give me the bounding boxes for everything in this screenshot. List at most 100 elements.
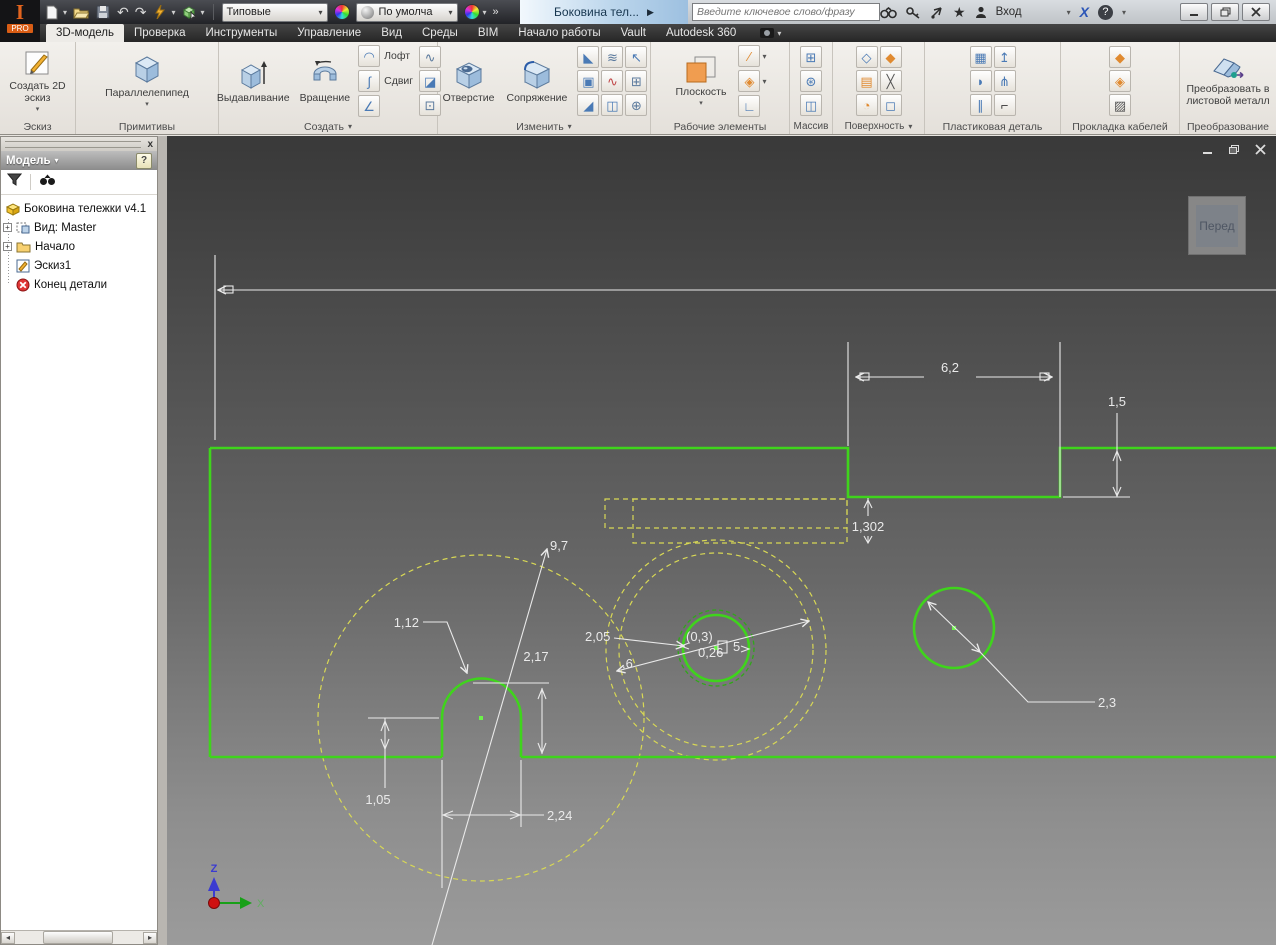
graphics-canvas[interactable]: 6,2 1,5 1,302 9,7 1,12 2,17 1,05 2,24 2,… xyxy=(167,136,1276,945)
work-ucs-icon[interactable]: ∟ xyxy=(738,95,760,117)
doc-close-icon[interactable] xyxy=(1255,142,1266,160)
draft-icon[interactable]: ◢ xyxy=(577,94,599,116)
stitch-icon[interactable]: ◇ xyxy=(856,46,878,68)
rectangular-pattern-icon[interactable]: ⊞ xyxy=(800,46,822,68)
dim-9-7[interactable]: 9,7 xyxy=(550,538,568,553)
work-axis-icon[interactable]: ∕ xyxy=(738,45,760,67)
save-icon[interactable] xyxy=(95,4,111,20)
exchange-apps-icon[interactable]: X xyxy=(1080,4,1089,20)
tree-item-sketch1[interactable]: Эскиз1 xyxy=(1,256,157,275)
filter-icon[interactable] xyxy=(7,173,22,191)
tab-bim[interactable]: BIM xyxy=(468,24,508,42)
tab-3d-model[interactable]: 3D-модель xyxy=(46,24,124,42)
construction-geometry[interactable] xyxy=(318,499,847,881)
new-file-dropdown[interactable]: ▾ xyxy=(63,8,67,17)
dim-6-2[interactable]: 6,2 xyxy=(941,360,959,375)
work-point-dropdown[interactable]: ▾ xyxy=(762,77,766,86)
revolve-button[interactable]: Вращение xyxy=(298,56,353,106)
undo-icon[interactable]: ↶ xyxy=(117,5,129,19)
tab-autodesk-360[interactable]: Autodesk 360 xyxy=(656,24,746,42)
signin-dropdown[interactable]: ▾ xyxy=(1067,8,1071,17)
boss-icon[interactable]: ↥ xyxy=(994,46,1016,68)
dim-2-05[interactable]: 2,05 xyxy=(585,629,610,644)
combine-icon[interactable]: ◫ xyxy=(601,94,623,116)
create-2d-sketch-button[interactable]: Создать 2D эскиз ▾ xyxy=(6,46,70,116)
dim-1-5[interactable]: 1,5 xyxy=(1108,394,1126,409)
viewcube-front-label[interactable]: Перед xyxy=(1199,219,1234,233)
browser-drag-bar[interactable]: x xyxy=(1,137,157,151)
shell-icon[interactable]: ▣ xyxy=(577,70,599,92)
convert-to-sheet-metal-button[interactable]: Преобразовать в листовой металл xyxy=(1181,53,1275,109)
hole-button[interactable]: Отверстие xyxy=(441,56,497,106)
route-cable-icon[interactable]: ▨ xyxy=(1109,94,1131,116)
thread-icon[interactable]: ≋ xyxy=(601,46,623,68)
tree-item-view-master[interactable]: + Вид: Master xyxy=(1,218,157,237)
new-file-icon[interactable] xyxy=(44,4,60,20)
sign-in-link[interactable]: Вход xyxy=(996,6,1022,18)
browser-splitter[interactable] xyxy=(158,136,167,945)
dim-0-6[interactable]: ,6 xyxy=(622,656,633,671)
sketch-center-points[interactable] xyxy=(479,626,956,720)
find-binoculars-icon[interactable] xyxy=(39,173,56,191)
box-primitive-button[interactable]: Параллелепипед ▾ xyxy=(103,51,191,111)
browser-close-icon[interactable]: x xyxy=(147,139,153,150)
close-button[interactable] xyxy=(1242,3,1270,21)
subscription-key-icon[interactable] xyxy=(906,6,921,19)
panel-label-surface[interactable]: Поверхность xyxy=(845,121,905,132)
dim-1-05[interactable]: 1,05 xyxy=(365,792,390,807)
chamfer-icon[interactable]: ◣ xyxy=(577,46,599,68)
browser-help-button[interactable]: ? xyxy=(136,153,152,169)
search-binoculars-icon[interactable] xyxy=(880,6,897,19)
user-icon[interactable] xyxy=(975,6,987,19)
dim-0-3-ref[interactable]: (0,3) xyxy=(686,629,713,644)
restore-button[interactable] xyxy=(1211,3,1239,21)
expand-icon[interactable]: + xyxy=(3,223,12,232)
open-file-icon[interactable] xyxy=(73,4,89,20)
work-point-icon[interactable]: ◈ xyxy=(738,70,760,92)
sweep-label[interactable]: Сдвиг xyxy=(384,75,413,87)
tree-item-origin-folder[interactable]: + Начало xyxy=(1,237,157,256)
appearance-combo[interactable]: По умолча▾ xyxy=(356,3,458,22)
panel-label-create[interactable]: Создать xyxy=(304,121,344,133)
dim-0-26[interactable]: 0,26 xyxy=(698,645,723,660)
redo-icon[interactable]: ↷ xyxy=(135,5,147,19)
dim-2-24[interactable]: 2,24 xyxy=(547,808,572,823)
copy-object-icon[interactable]: ⊞ xyxy=(625,70,647,92)
move-body-icon[interactable]: ⊕ xyxy=(625,94,647,116)
lip-icon[interactable]: ◗ xyxy=(970,70,992,92)
communication-center-icon[interactable] xyxy=(930,6,944,19)
help-dropdown[interactable]: ▾ xyxy=(1122,8,1126,17)
search-input[interactable] xyxy=(692,3,880,21)
minimize-button[interactable] xyxy=(1180,3,1208,21)
mirror-icon[interactable]: ◫ xyxy=(800,94,822,116)
favorites-star-icon[interactable]: ★ xyxy=(953,4,966,21)
tab-tools[interactable]: Инструменты xyxy=(196,24,288,42)
select-icon[interactable] xyxy=(182,4,198,20)
tab-manage[interactable]: Управление xyxy=(287,24,371,42)
sweep-icon[interactable]: ∫ xyxy=(358,70,380,92)
inventor-app-button[interactable]: I PRO xyxy=(0,0,40,42)
tab-get-started[interactable]: Начало работы xyxy=(508,24,610,42)
material-combo[interactable]: Типовые▾ xyxy=(222,3,328,22)
loft-icon[interactable]: ◠ xyxy=(358,45,380,67)
dim-1-12[interactable]: 1,12 xyxy=(394,615,419,630)
rest-icon[interactable]: ⌐ xyxy=(994,94,1016,116)
loft-label[interactable]: Лофт xyxy=(384,50,410,62)
patch-icon[interactable]: ◆ xyxy=(880,46,902,68)
browser-header[interactable]: Модель ▾ ? xyxy=(1,151,157,170)
delete-face-icon[interactable]: ◻ xyxy=(880,94,902,116)
extrude-button[interactable]: Выдавливание xyxy=(215,56,292,106)
tab-view[interactable]: Вид xyxy=(371,24,412,42)
scroll-thumb[interactable] xyxy=(43,931,113,944)
circular-pattern-icon[interactable]: ⊛ xyxy=(800,70,822,92)
work-plane-button[interactable]: Плоскость ▾ xyxy=(674,52,729,110)
grille-icon[interactable]: ▦ xyxy=(970,46,992,68)
rib-create-icon[interactable]: ∠ xyxy=(358,95,380,117)
doc-restore-icon[interactable] xyxy=(1228,142,1240,160)
create-harness-icon[interactable]: ◆ xyxy=(1109,46,1131,68)
direct-edit-icon[interactable]: ∿ xyxy=(601,70,623,92)
tree-item-part[interactable]: Боковина тележки v4.1 xyxy=(1,199,157,218)
tab-inspect[interactable]: Проверка xyxy=(124,24,196,42)
work-axis-dropdown[interactable]: ▾ xyxy=(762,52,766,61)
dim-1-302[interactable]: 1,302 xyxy=(852,519,885,534)
